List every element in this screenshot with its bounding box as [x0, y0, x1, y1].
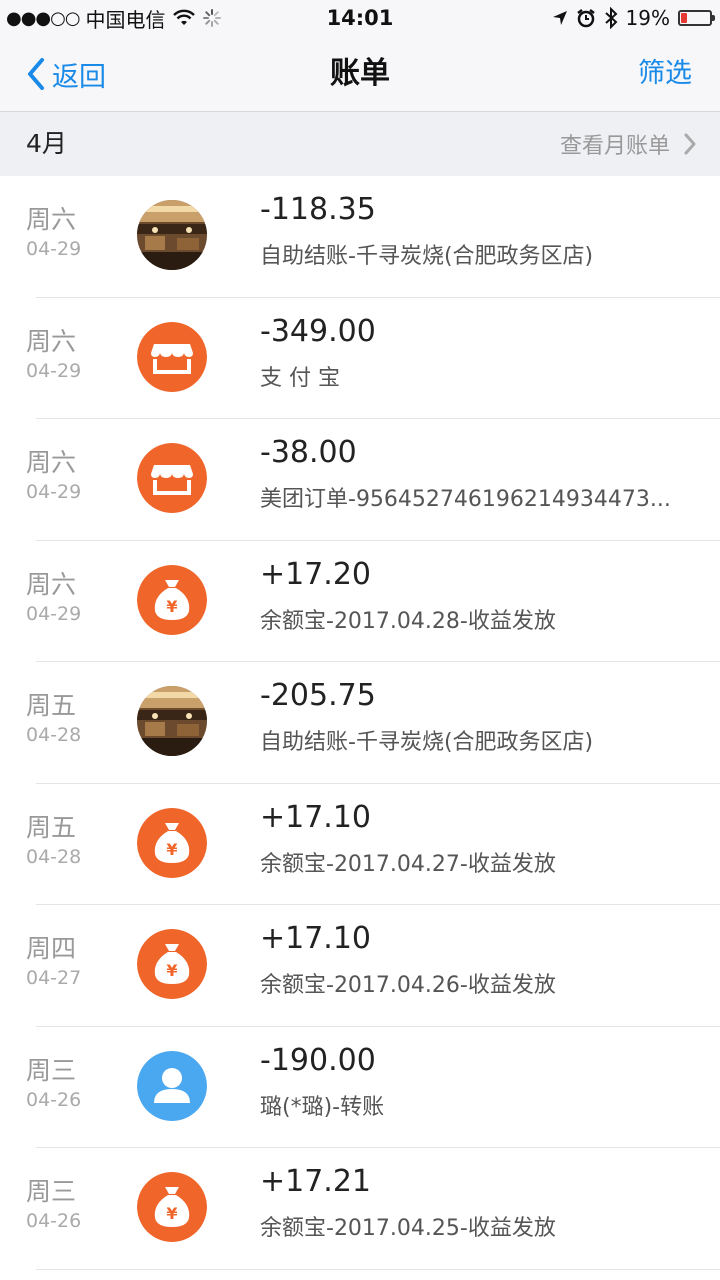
- transaction-amount: +17.21: [260, 1164, 372, 1199]
- month-label: 4月: [26, 129, 67, 158]
- transaction-list: 周六 04-29 -118.35 自助结账-千寻炭烧(合肥政务区店) 周六 04…: [0, 176, 720, 1270]
- transaction-description: 余额宝-2017.04.27-收益发放: [260, 851, 556, 877]
- restaurant-photo: [137, 200, 207, 270]
- transaction-weekday: 周五: [26, 691, 77, 720]
- signal-strength-icon: ●●●○○: [6, 7, 81, 29]
- transaction-weekday: 周六: [26, 205, 77, 234]
- transaction-weekday: 周三: [26, 1177, 77, 1206]
- svg-text:¥: ¥: [166, 961, 177, 980]
- transaction-date: 04-29: [26, 602, 82, 625]
- location-arrow-icon: [552, 11, 567, 25]
- carrier-name: 中国电信: [85, 7, 166, 32]
- transaction-amount: +17.10: [260, 921, 372, 956]
- transaction-date: 04-26: [26, 1210, 82, 1232]
- status-left: ●●●○○ 中国电信: [6, 0, 222, 36]
- transaction-date: 04-27: [26, 967, 82, 989]
- wifi-icon: [172, 9, 195, 25]
- transaction-amount: +17.10: [260, 799, 372, 835]
- view-monthly-bill-label: 查看月账单: [559, 134, 670, 159]
- transaction-row[interactable]: 周三 04-26 ¥ +17.21 余额宝-2017.04.25-收益发放: [0, 1148, 720, 1270]
- status-bar: ●●●○○ 中国电信 14:01 19%: [0, 0, 720, 36]
- transaction-amount: -190.00: [260, 1042, 376, 1078]
- shop-icon: [137, 321, 207, 392]
- transaction-row[interactable]: 周四 04-27 ¥ +17.10 余额宝-2017.04.26-收益发放: [0, 905, 720, 1027]
- transaction-amount: -38.00: [260, 435, 357, 470]
- back-button[interactable]: 返回: [22, 36, 106, 112]
- chevron-left-icon: [28, 58, 44, 90]
- transaction-weekday: 周五: [26, 812, 77, 842]
- svg-text:¥: ¥: [166, 597, 177, 616]
- money-bag-icon: ¥: [137, 929, 207, 999]
- transaction-row[interactable]: 周五 04-28 ¥ +17.10 余额宝-2017.04.27-收益发放: [0, 784, 720, 906]
- transaction-description: 余额宝-2017.04.28-收益发放: [260, 608, 556, 634]
- transaction-row[interactable]: 周六 04-29 -349.00 支 付 宝: [0, 298, 720, 420]
- money-bag-icon: ¥: [137, 1172, 207, 1242]
- transaction-weekday: 周六: [26, 326, 77, 356]
- transaction-date: 04-29: [26, 238, 82, 260]
- filter-button[interactable]: 筛选: [638, 36, 692, 112]
- transaction-amount: +17.20: [260, 556, 372, 592]
- transaction-description: 余额宝-2017.04.25-收益发放: [260, 1216, 556, 1241]
- view-monthly-bill-link[interactable]: 查看月账单: [560, 112, 698, 176]
- transaction-description: 美团订单-95645274619621493447​3...: [260, 487, 671, 512]
- transaction-amount: -118.35: [260, 192, 376, 227]
- transaction-amount: -205.75: [260, 678, 376, 713]
- transaction-date: 04-28: [26, 845, 82, 868]
- alarm-icon: [576, 9, 595, 28]
- transaction-weekday: 周三: [26, 1055, 77, 1085]
- svg-text:¥: ¥: [166, 840, 177, 859]
- transaction-row[interactable]: 周六 04-29 ¥ +17.20 余额宝-2017.04.28-收益发放: [0, 541, 720, 663]
- transaction-date: 04-29: [26, 359, 82, 382]
- status-right: 19%: [552, 0, 715, 36]
- page-title: 账单: [330, 56, 390, 91]
- restaurant-photo: [137, 686, 207, 756]
- money-bag-icon: ¥: [137, 807, 207, 878]
- money-bag-icon: ¥: [137, 564, 207, 635]
- transaction-weekday: 周六: [26, 569, 77, 599]
- transaction-row[interactable]: 周六 04-29 -38.00 美团订单-9564527461962149344…: [0, 419, 720, 541]
- battery-percent: 19%: [625, 6, 670, 30]
- transaction-weekday: 周四: [26, 934, 77, 963]
- transaction-row[interactable]: 周三 04-26 -190.00 璐(*璐)-转账: [0, 1027, 720, 1149]
- chevron-right-icon: [684, 133, 696, 155]
- svg-text:¥: ¥: [166, 1204, 177, 1223]
- transaction-date: 04-26: [26, 1088, 82, 1111]
- transaction-description: 自助结账-千寻炭烧(合肥政务区店): [260, 730, 594, 755]
- transaction-date: 04-29: [26, 481, 82, 503]
- transaction-row[interactable]: 周五 04-28 -205.75 自助结账-千寻炭烧(合肥政务区店): [0, 662, 720, 784]
- battery-level-fill: [681, 13, 687, 23]
- person-icon: [137, 1050, 207, 1121]
- transaction-description: 璐(*璐)-转账: [260, 1094, 385, 1120]
- bluetooth-icon: [604, 7, 617, 29]
- transaction-date: 04-28: [26, 724, 82, 746]
- transaction-amount: -349.00: [260, 313, 376, 349]
- shop-icon: [137, 443, 207, 513]
- transaction-weekday: 周六: [26, 448, 77, 477]
- transaction-description: 余额宝-2017.04.26-收益发放: [260, 973, 556, 998]
- transaction-row[interactable]: 周六 04-29 -118.35 自助结账-千寻炭烧(合肥政务区店): [0, 176, 720, 298]
- battery-icon: [678, 10, 715, 26]
- loading-spinner-icon: [202, 9, 221, 27]
- navigation-bar: 返回 账单 筛选: [0, 36, 720, 112]
- back-label: 返回: [52, 61, 106, 93]
- transaction-description: 自助结账-千寻炭烧(合肥政务区店): [260, 244, 594, 269]
- transaction-description: 支 付 宝: [260, 365, 340, 391]
- month-header: 4月 查看月账单: [0, 112, 720, 176]
